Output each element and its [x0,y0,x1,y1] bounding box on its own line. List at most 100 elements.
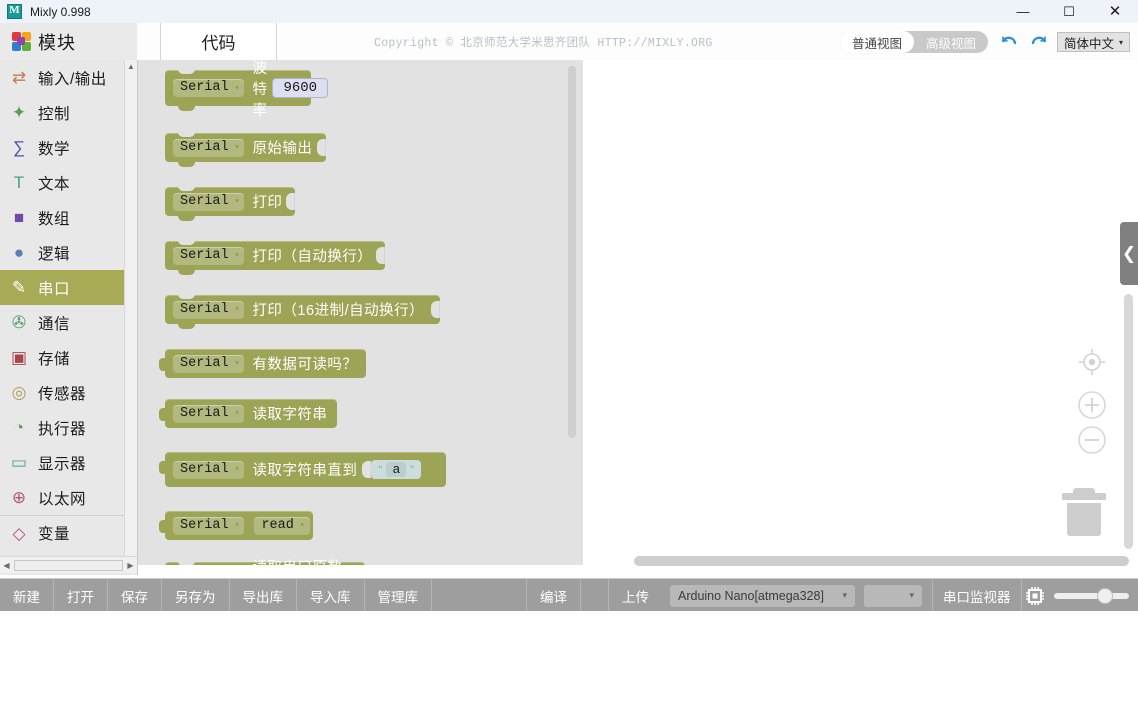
compile-button[interactable]: 编译 [527,579,581,612]
collapse-glyph: ❮ [1121,243,1137,263]
block-dropdown-serial[interactable]: Serial ▾ [173,460,245,479]
serial-monitor-button[interactable]: 串口监视器 [933,579,1021,612]
block-3[interactable]: Serial ▾ 打印（自动换行） [165,240,385,275]
view-mode-toggle[interactable]: 普通视图 高级视图 [839,31,988,53]
chevron-down-icon: ▾ [299,521,305,530]
toolbar-button-2[interactable]: 保存 [108,579,162,612]
microchip-icon[interactable] [1024,585,1046,607]
block-dropdown-serial[interactable]: Serial ▾ [173,79,245,97]
block-9[interactable]: Serial▾读取串口原数据 [165,560,365,565]
block-5[interactable]: Serial ▾ 有数据可读吗？ [159,349,366,378]
string-value[interactable]: a [386,462,407,477]
window-title-bar: Mixly 0.998 — ☐ ✕ [0,0,1138,23]
globe-icon: ⊕ [11,488,27,507]
sidebar-item-7[interactable]: ✇ 通信 [0,305,137,340]
view-normal-button[interactable]: 普通视图 [839,31,914,53]
workspace-vertical-scrollbar[interactable] [1124,294,1133,549]
sidebar-item-2[interactable]: ∑ 数学 [0,130,137,165]
undo-arrow-icon[interactable] [998,32,1020,54]
block-label: 打印（16进制/自动换行） [252,303,425,319]
sidebar-horizontal-scrollbar[interactable]: ◀ ▶ [0,556,137,573]
block-dropdown-serial[interactable]: Serial ▾ [173,246,245,265]
number-field[interactable]: 9600 [272,78,329,98]
toolbar-button-1[interactable]: 打开 [54,579,108,612]
block-dropdown-serial[interactable]: Serial ▾ [173,516,245,535]
block-6[interactable]: Serial ▾ 读取字符串 [159,399,337,428]
window-controls: — ☐ ✕ [1000,0,1138,23]
block-1[interactable]: Serial ▾ 原始输出 [165,132,326,167]
block-dropdown-serial[interactable]: Serial ▾ [173,300,245,319]
trash-can-icon[interactable] [1058,482,1110,540]
block-dropdown-serial[interactable]: Serial ▾ [173,354,245,373]
toolbar-button-5[interactable]: 导入库 [297,579,365,612]
category-sidebar[interactable]: ⇄ 输入/输出 ✦ 控制 ∑ 数学 T 文本 ■ 数组 ● 逻辑 ✎ 串口 ✇ 通信 ▣ 存储 ◎ 传感器 ◔ 执行器 ▭ 显… [0,60,138,575]
workspace-horizontal-scrollbar[interactable] [634,556,1129,566]
sidebar-item-1[interactable]: ✦ 控制 [0,95,137,130]
redo-arrow-icon[interactable] [1028,32,1050,54]
minimize-button[interactable]: — [1000,0,1046,23]
block-8[interactable]: Serial ▾ read ▾ [159,511,313,540]
sidebar-item-11[interactable]: ▭ 显示器 [0,445,137,480]
dropdown-value: Serial [180,517,229,533]
scrollbar-thumb[interactable] [14,559,123,571]
value-input-socket [286,193,295,210]
sidebar-item-13[interactable]: ◇ 变量 [0,515,137,550]
sidebar-item-6[interactable]: ✎ 串口 [0,270,137,305]
block-dropdown-mode[interactable]: read ▾ [254,516,310,535]
toolbar-button-6[interactable]: 管理库 [365,579,432,612]
port-select[interactable]: ▾ [864,584,922,607]
toolbar-button-4[interactable]: 导出库 [230,579,297,612]
slider-knob[interactable] [1097,588,1112,603]
zoom-out-minus-icon[interactable] [1077,425,1107,455]
block-flyout-panel[interactable]: Serial ▾ 波特率 9600 Serial ▾ 原始输出 Serial ▾ 打印 Serial… [138,60,584,565]
sidebar-item-label: 以太网 [38,490,87,508]
block-0[interactable]: Serial ▾ 波特率 9600 [165,61,329,119]
sidebar-item-4[interactable]: ■ 数组 [0,200,137,235]
flyout-scrollbar[interactable] [566,62,578,562]
chevron-down-icon: ▾ [234,359,240,368]
sidebar-item-10[interactable]: ◔ 执行器 [0,410,137,445]
language-select[interactable]: 简体中文 ▾ [1056,32,1130,52]
block-7[interactable]: Serial ▾ 读取字符串直到 “a” [159,452,446,487]
block-2[interactable]: Serial ▾ 打印 [165,186,295,221]
scroll-up-icon[interactable]: ▲ [125,60,137,73]
block-4[interactable]: Serial ▾ 打印（16进制/自动换行） [165,294,440,329]
block-dropdown-serial[interactable]: Serial ▾ [173,192,245,211]
chevron-left-icon[interactable]: ❮ [1120,222,1138,285]
toolbar-button-3[interactable]: 另存为 [162,579,230,612]
sidebar-item-8[interactable]: ▣ 存储 [0,340,137,375]
sidebar-item-5[interactable]: ● 逻辑 [0,235,137,270]
close-button[interactable]: ✕ [1092,0,1138,23]
zoom-slider[interactable] [1053,579,1129,612]
value-input-socket [431,301,440,318]
sidebar-item-0[interactable]: ⇄ 输入/输出 [0,60,137,95]
scroll-right-icon[interactable]: ▶ [124,561,137,570]
lightbulb-icon: ● [13,243,25,262]
antenna-icon: ✇ [11,313,27,332]
block-dropdown-serial[interactable]: Serial ▾ [173,138,245,157]
block-dropdown-serial[interactable]: Serial ▾ [173,404,245,423]
board-select[interactable]: Arduino Nano[atmega328] ▾ [670,584,855,607]
toolbar-button-0[interactable]: 新建 [0,579,54,612]
blockly-workspace[interactable] [583,60,1138,565]
dropdown-value: Serial [180,80,229,95]
chevron-down-icon: ▾ [234,409,240,418]
scrollbar-thumb[interactable] [568,66,576,438]
sidebar-vertical-scrollbar[interactable]: ▲ ▼ [124,60,137,565]
tab-modules[interactable]: 模块 [0,23,137,60]
sidebar-item-label: 输入/输出 [38,70,107,88]
mixly-logo-icon [7,4,22,19]
sidebar-item-3[interactable]: T 文本 [0,165,137,200]
maximize-button[interactable]: ☐ [1046,0,1092,23]
tab-code[interactable]: 代码 [160,23,277,60]
string-field[interactable]: “a” [371,460,422,479]
scroll-left-icon[interactable]: ◀ [0,561,13,570]
upload-button[interactable]: 上传 [609,579,662,612]
dropdown-value: read [261,517,294,533]
sidebar-item-12[interactable]: ⊕ 以太网 [0,480,137,515]
zoom-in-plus-icon[interactable] [1077,390,1107,420]
sidebar-item-9[interactable]: ◎ 传感器 [0,375,137,410]
crosshair-target-icon[interactable] [1077,347,1107,377]
view-advanced-button[interactable]: 高级视图 [914,31,988,53]
window-title: Mixly 0.998 [30,4,91,19]
